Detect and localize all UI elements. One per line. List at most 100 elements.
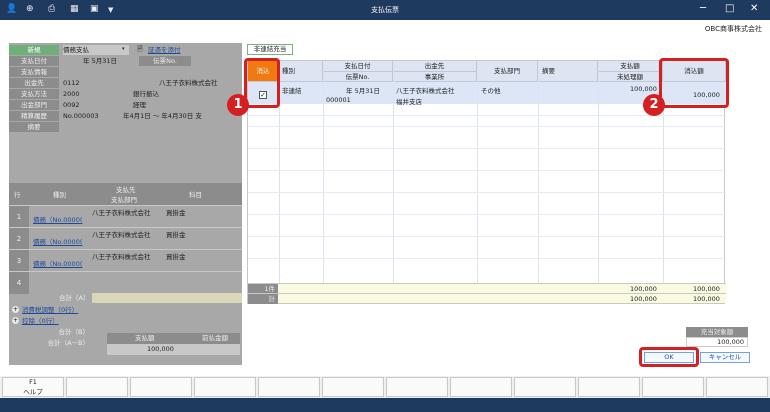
function-key[interactable] — [322, 377, 384, 397]
target-label: 充当対象額 — [686, 327, 748, 337]
header-voucher: 伝票No. — [323, 72, 393, 82]
field-label: 精算履歴 — [9, 111, 59, 121]
tab-non-consolidated[interactable]: 非連結充当 — [247, 44, 293, 55]
field-row-date: 支払日付 年 5月31日 伝票No. — [9, 56, 242, 66]
expand-icon[interactable]: + — [12, 317, 19, 324]
cancel-button[interactable]: キャンセル — [700, 352, 750, 363]
function-key[interactable] — [194, 377, 256, 397]
header-row: 行 — [14, 191, 21, 199]
field-label: 摘要 — [9, 122, 59, 132]
dest-name: 八王子衣料株式会社 — [159, 79, 218, 87]
highlight-clear-amount — [659, 58, 729, 108]
function-key[interactable] — [66, 377, 128, 397]
function-key[interactable] — [258, 377, 320, 397]
function-key[interactable] — [130, 377, 192, 397]
method-code[interactable]: 2000 — [63, 89, 80, 99]
maximize-icon[interactable]: □ — [725, 3, 734, 14]
row-office: 福井支店 — [396, 98, 422, 106]
kind-link[interactable]: 債務（No.0000( — [33, 236, 82, 246]
field-row-dept: 出金部門 0092 経理 — [9, 100, 242, 110]
row-dept: その他 — [481, 87, 501, 95]
chevron-down-icon[interactable]: ▾ — [122, 46, 125, 52]
history-no: No.000003 — [63, 112, 99, 120]
highlight-clear-column — [244, 58, 280, 108]
count-row: 1件 100,000 100,000 — [248, 283, 726, 294]
expand-icon[interactable]: + — [12, 306, 19, 313]
header-payamt: 支払額 — [598, 61, 663, 72]
attach-icon[interactable]: 🗎 — [137, 45, 143, 56]
field-label: 支払方法 — [9, 89, 59, 99]
tax-adjust-row[interactable]: + 消費税調整（0行） — [9, 305, 242, 315]
kind-link[interactable]: 債務（No.0000( — [33, 214, 82, 224]
function-key[interactable] — [578, 377, 640, 397]
function-key[interactable] — [514, 377, 576, 397]
pay-date-field[interactable]: 年 5月31日 — [83, 56, 117, 66]
header-payee: 支払先 — [116, 186, 136, 194]
total-label: 計 — [248, 294, 278, 304]
function-key[interactable] — [386, 377, 448, 397]
field-label: 支払日付 — [9, 56, 59, 66]
function-key[interactable] — [706, 377, 768, 397]
kind-link[interactable]: 債務（No.0000( — [33, 258, 82, 268]
close-icon[interactable]: ✕ — [750, 3, 758, 14]
detail-row[interactable]: 3 債務（No.0000( 八王子衣料株式会社 買掛金 — [9, 249, 242, 272]
pay-amount-label: 支払額 — [135, 334, 155, 342]
header-unproc: 未処理額 — [598, 72, 663, 82]
field-label: 出金部門 — [9, 100, 59, 110]
voucher-no-label: 伝票No. — [139, 56, 191, 66]
total-row: 計 100,000 100,000 — [248, 293, 726, 304]
type-select[interactable]: 債務支払 — [63, 45, 129, 55]
field-row-method: 支払方法 2000 銀行振込 — [9, 89, 242, 99]
header-paydate: 支払日付 — [323, 61, 393, 72]
header-dest: 出金先 — [393, 61, 477, 72]
field-row-memo: 摘要 — [9, 122, 242, 132]
method-name: 銀行振込 — [133, 90, 159, 98]
voucher-left-pane: 新規 債務支払 ▾ 🗎 証憑を添付 支払日付 年 5月31日 伝票No. 支払情… — [9, 43, 242, 365]
attach-link[interactable]: 証憑を添付 — [148, 45, 181, 55]
header-dept: 支払部門 — [111, 196, 137, 204]
history-period: 年4月1日 ～ 年4月30日 支 — [123, 112, 202, 120]
field-row-payinfo: 支払情報 — [9, 67, 242, 77]
field-row-dest: 出金先 0112 八王子衣料株式会社 — [9, 78, 242, 88]
row-voucher: 000001 — [326, 96, 351, 104]
detail-row[interactable]: 1 債務（No.0000( 八王子衣料株式会社 買掛金 — [9, 205, 242, 228]
dest-code[interactable]: 0112 — [63, 78, 80, 88]
field-label: 出金先 — [9, 78, 59, 88]
row-dest: 八王子衣料株式会社 — [396, 87, 455, 95]
function-key[interactable] — [642, 377, 704, 397]
header-dept: 支払部門 — [477, 61, 538, 82]
deduct-link[interactable]: 控除（0行） — [22, 316, 59, 326]
company-name: OBC商事株式会社 — [704, 25, 762, 33]
deduct-row[interactable]: + 控除（0行） — [9, 316, 242, 326]
header-item: 科目 — [189, 191, 202, 199]
step-badge-1: 1 — [227, 94, 249, 116]
detail-row[interactable]: 4 — [9, 271, 242, 294]
header-office: 事業所 — [393, 72, 477, 82]
header-kind: 種別 — [279, 61, 323, 82]
target-value: 100,000 — [686, 337, 748, 347]
window-title: 支払伝票 — [371, 6, 399, 14]
row-date: 年 5月31日 — [346, 87, 380, 95]
tax-adjust-link[interactable]: 消費税調整（0行） — [22, 305, 78, 315]
field-label: 支払情報 — [9, 67, 59, 77]
row-kind: 非連結 — [282, 87, 302, 95]
title-bar: 👤 ⊕ ⎙ ▦ ▣ ▼ 支払伝票 ─ □ ✕ — [0, 0, 770, 20]
field-row-type: 新規 債務支払 ▾ 🗎 証憑を添付 — [9, 45, 242, 55]
pay-amount-value: 100,000 — [147, 345, 174, 353]
header-kind: 種別 — [53, 191, 66, 199]
prepay-label: 前払金額 — [202, 334, 228, 342]
field-row-history: 精算履歴 No.000003 年4月1日 ～ 年4月30日 支 — [9, 111, 242, 121]
status-bar — [0, 398, 770, 412]
detail-row[interactable]: 2 債務（No.0000( 八王子衣料株式会社 買掛金 — [9, 227, 242, 250]
minimize-icon[interactable]: ─ — [700, 3, 706, 14]
dept-name: 経理 — [133, 101, 146, 109]
highlight-ok — [639, 347, 699, 367]
step-badge-2: 2 — [643, 94, 665, 116]
detail-header: 行 種別 支払先 支払部門 科目 — [9, 183, 242, 205]
f1-help-key[interactable]: F1 ヘルプ — [2, 377, 64, 397]
total-a-row: 合計（A） — [9, 293, 242, 303]
dept-code[interactable]: 0092 — [63, 100, 80, 110]
row-payamt: 100,000 — [630, 85, 657, 93]
header-memo: 摘要 — [538, 61, 598, 82]
function-key[interactable] — [450, 377, 512, 397]
